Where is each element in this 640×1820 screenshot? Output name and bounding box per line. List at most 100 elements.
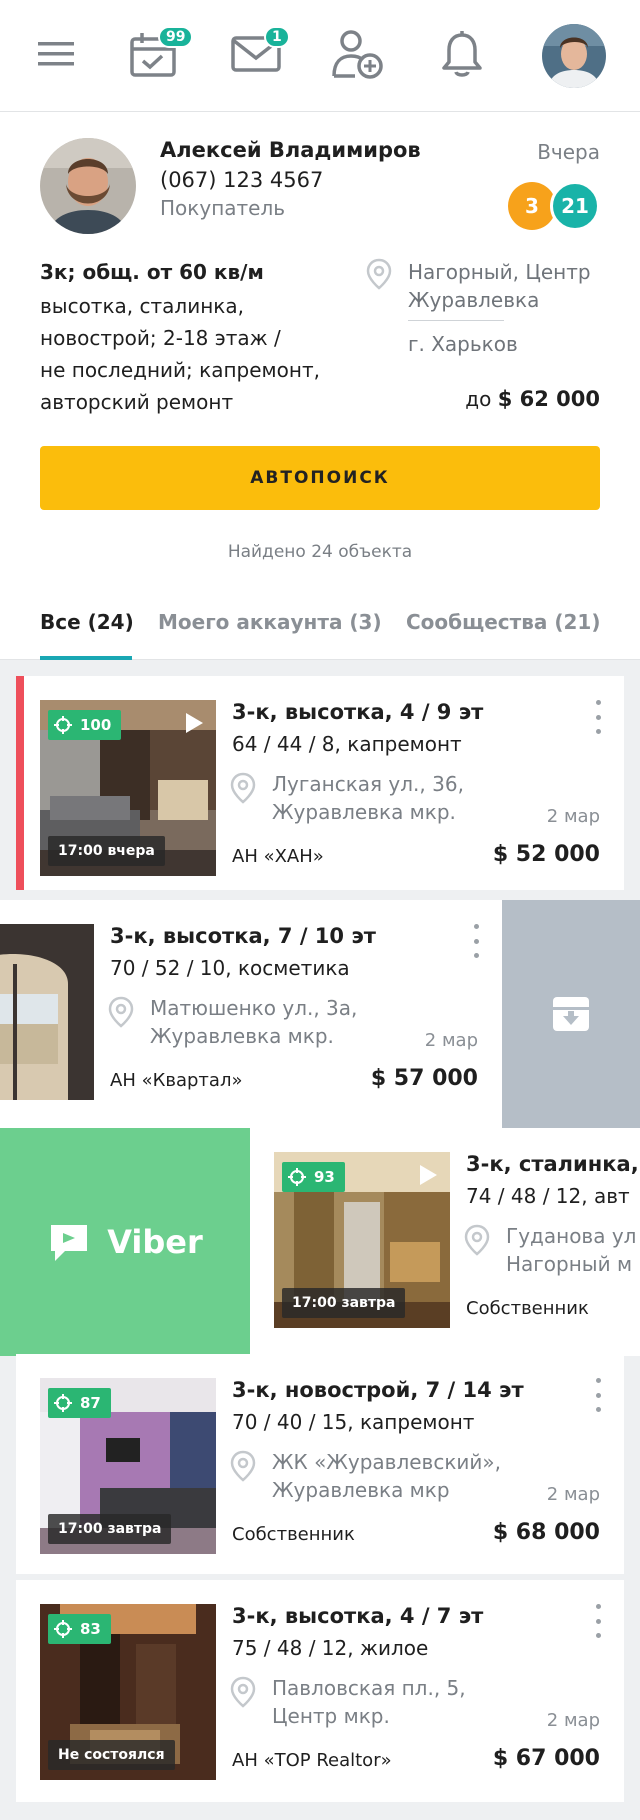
address-line: Центр мкр. (272, 1704, 390, 1728)
location-pin-icon (230, 772, 256, 808)
target-icon (288, 1168, 306, 1186)
match-score: 100 (48, 710, 122, 740)
listing-title: 3-к, высотка, 7 / 10 эт (110, 924, 376, 948)
listing-price: $ 67 000 (492, 1746, 600, 1771)
total-matches-count[interactable]: 21 (550, 181, 600, 231)
address-line: Журавлевка мкр. (150, 1024, 334, 1048)
more-options-icon[interactable] (594, 700, 602, 734)
tab-all[interactable]: Все (24) (40, 610, 134, 634)
location-pin-icon (230, 1676, 256, 1712)
listing-date: 2 мар (546, 806, 600, 827)
divider (408, 320, 504, 321)
request-desc-line: высотка, сталинка, (40, 294, 244, 318)
listing-date: 2 мар (546, 1710, 600, 1731)
listing-photo[interactable]: 93 17:00 завтра (274, 1152, 450, 1328)
address-line: Нагорный м (506, 1252, 633, 1276)
top-bar: 99 1 (0, 0, 640, 112)
client-role: Покупатель (160, 196, 286, 220)
listing-photo[interactable] (0, 924, 94, 1100)
listing-agent: Собственник (232, 1524, 355, 1545)
user-avatar[interactable] (542, 24, 606, 88)
client-request-card: Алексей Владимиров (067) 123 4567 Покупа… (0, 112, 640, 660)
listing-photo[interactable]: 87 17:00 завтра (40, 1378, 216, 1554)
listing-details: 70 / 40 / 15, капремонт (232, 1410, 475, 1434)
listing-photo[interactable]: 83 Не состоялся (40, 1604, 216, 1780)
listing-address: Павловская пл., 5, Центр мкр. (272, 1674, 466, 1730)
mail-icon[interactable]: 1 (224, 22, 290, 86)
listing-details: 75 / 48 / 12, жилое (232, 1636, 429, 1660)
active-tab-indicator (40, 656, 132, 660)
target-icon (54, 1620, 72, 1638)
viber-action[interactable]: Viber (0, 1128, 250, 1356)
price-prefix: до (465, 387, 492, 411)
new-matches-count[interactable]: 3 (508, 182, 556, 230)
listing-agent: АН «Квартал» (110, 1070, 243, 1091)
play-icon[interactable] (418, 1164, 438, 1186)
request-date: Вчера (537, 140, 600, 164)
listing-date: 2 мар (546, 1484, 600, 1505)
tab-my-account[interactable]: Моего аккаунта (3) (158, 610, 382, 634)
match-score: 83 (48, 1614, 111, 1644)
location-pin-icon (366, 258, 392, 294)
score-value: 87 (80, 1394, 101, 1412)
listing-date: 2 мар (424, 1030, 478, 1051)
client-phone[interactable]: (067) 123 4567 (160, 168, 323, 192)
listing-card[interactable]: 83 Не состоялся 3-к, высотка, 4 / 7 эт 7… (16, 1580, 624, 1802)
listing-title: 3-к, сталинка, 4 (466, 1152, 640, 1176)
location-pin-icon (230, 1450, 256, 1486)
showing-time: 17:00 завтра (282, 1288, 406, 1318)
calendar-icon[interactable]: 99 (122, 22, 194, 86)
listing-card[interactable]: 87 17:00 завтра 3-к, новострой, 7 / 14 э… (16, 1354, 624, 1574)
more-options-icon[interactable] (472, 924, 480, 958)
address-line: Гуданова ул (506, 1224, 637, 1248)
listing-agent: АН «TOP Realtor» (232, 1750, 392, 1771)
listing-price: $ 52 000 (492, 842, 600, 867)
more-options-icon[interactable] (594, 1604, 602, 1638)
address-line: Павловская пл., 5, (272, 1676, 466, 1700)
listing-agent: АН «ХАН» (232, 846, 324, 867)
target-icon (54, 1394, 72, 1412)
location-line: Нагорный, Центр (408, 260, 591, 284)
add-client-icon[interactable] (326, 22, 390, 86)
play-icon[interactable] (184, 712, 204, 734)
autosearch-button[interactable]: АВТОПОИСК (40, 446, 600, 510)
listing-card[interactable]: 93 17:00 завтра 3-к, сталинка, 4 74 / 48… (250, 1128, 640, 1356)
score-value: 83 (80, 1620, 101, 1638)
listing-address: Матюшенко ул., 3а, Журавлевка мкр. (150, 994, 357, 1050)
more-options-icon[interactable] (594, 1378, 602, 1412)
request-desc-line: не последний; капремонт, (40, 358, 320, 382)
bell-icon[interactable] (430, 22, 494, 86)
listing-title: 3-к, высотка, 4 / 9 эт (232, 700, 484, 724)
archive-action[interactable] (502, 900, 640, 1128)
location-pin-icon (108, 996, 134, 1032)
listing-card[interactable]: 100 17:00 вчера 3-к, высотка, 4 / 9 эт 6… (16, 676, 624, 890)
calendar-badge: 99 (158, 26, 194, 48)
match-score: 87 (48, 1388, 111, 1418)
request-city: г. Харьков (408, 332, 518, 356)
listing-price: $ 57 000 (370, 1066, 478, 1091)
archive-icon (553, 997, 589, 1031)
price-value: $ 62 000 (497, 387, 600, 411)
mail-badge: 1 (264, 26, 290, 48)
showing-time: 17:00 вчера (48, 836, 165, 866)
client-name: Алексей Владимиров (160, 138, 421, 162)
listing-card[interactable]: 3-к, высотка, 7 / 10 эт 70 / 52 / 10, ко… (0, 900, 502, 1128)
request-price: до $ 62 000 (465, 387, 600, 411)
listing-photo[interactable]: 100 17:00 вчера (40, 700, 216, 876)
listing-title: 3-к, новострой, 7 / 14 эт (232, 1378, 524, 1402)
location-pin-icon (464, 1224, 490, 1260)
listing-address: ЖК «Журавлевский», Журавлевка мкр (272, 1448, 501, 1504)
tab-community[interactable]: Сообщества (21) (406, 610, 600, 634)
address-line: ЖК «Журавлевский», (272, 1450, 501, 1474)
address-line: Луганская ул., 36, (272, 772, 464, 796)
client-avatar[interactable] (40, 138, 136, 234)
listing-title: 3-к, высотка, 4 / 7 эт (232, 1604, 484, 1628)
listing-swipe-row: 3-к, высотка, 7 / 10 эт 70 / 52 / 10, ко… (0, 900, 640, 1128)
tabs: Все (24) Моего аккаунта (3) Сообщества (… (0, 592, 640, 660)
address-line: Матюшенко ул., 3а, (150, 996, 358, 1020)
listing-details: 64 / 44 / 8, капремонт (232, 732, 462, 756)
listing-address: Гуданова ул Нагорный м (506, 1222, 636, 1278)
match-score: 93 (282, 1162, 345, 1192)
menu-icon[interactable] (24, 22, 88, 86)
viber-label: Viber (107, 1223, 203, 1261)
